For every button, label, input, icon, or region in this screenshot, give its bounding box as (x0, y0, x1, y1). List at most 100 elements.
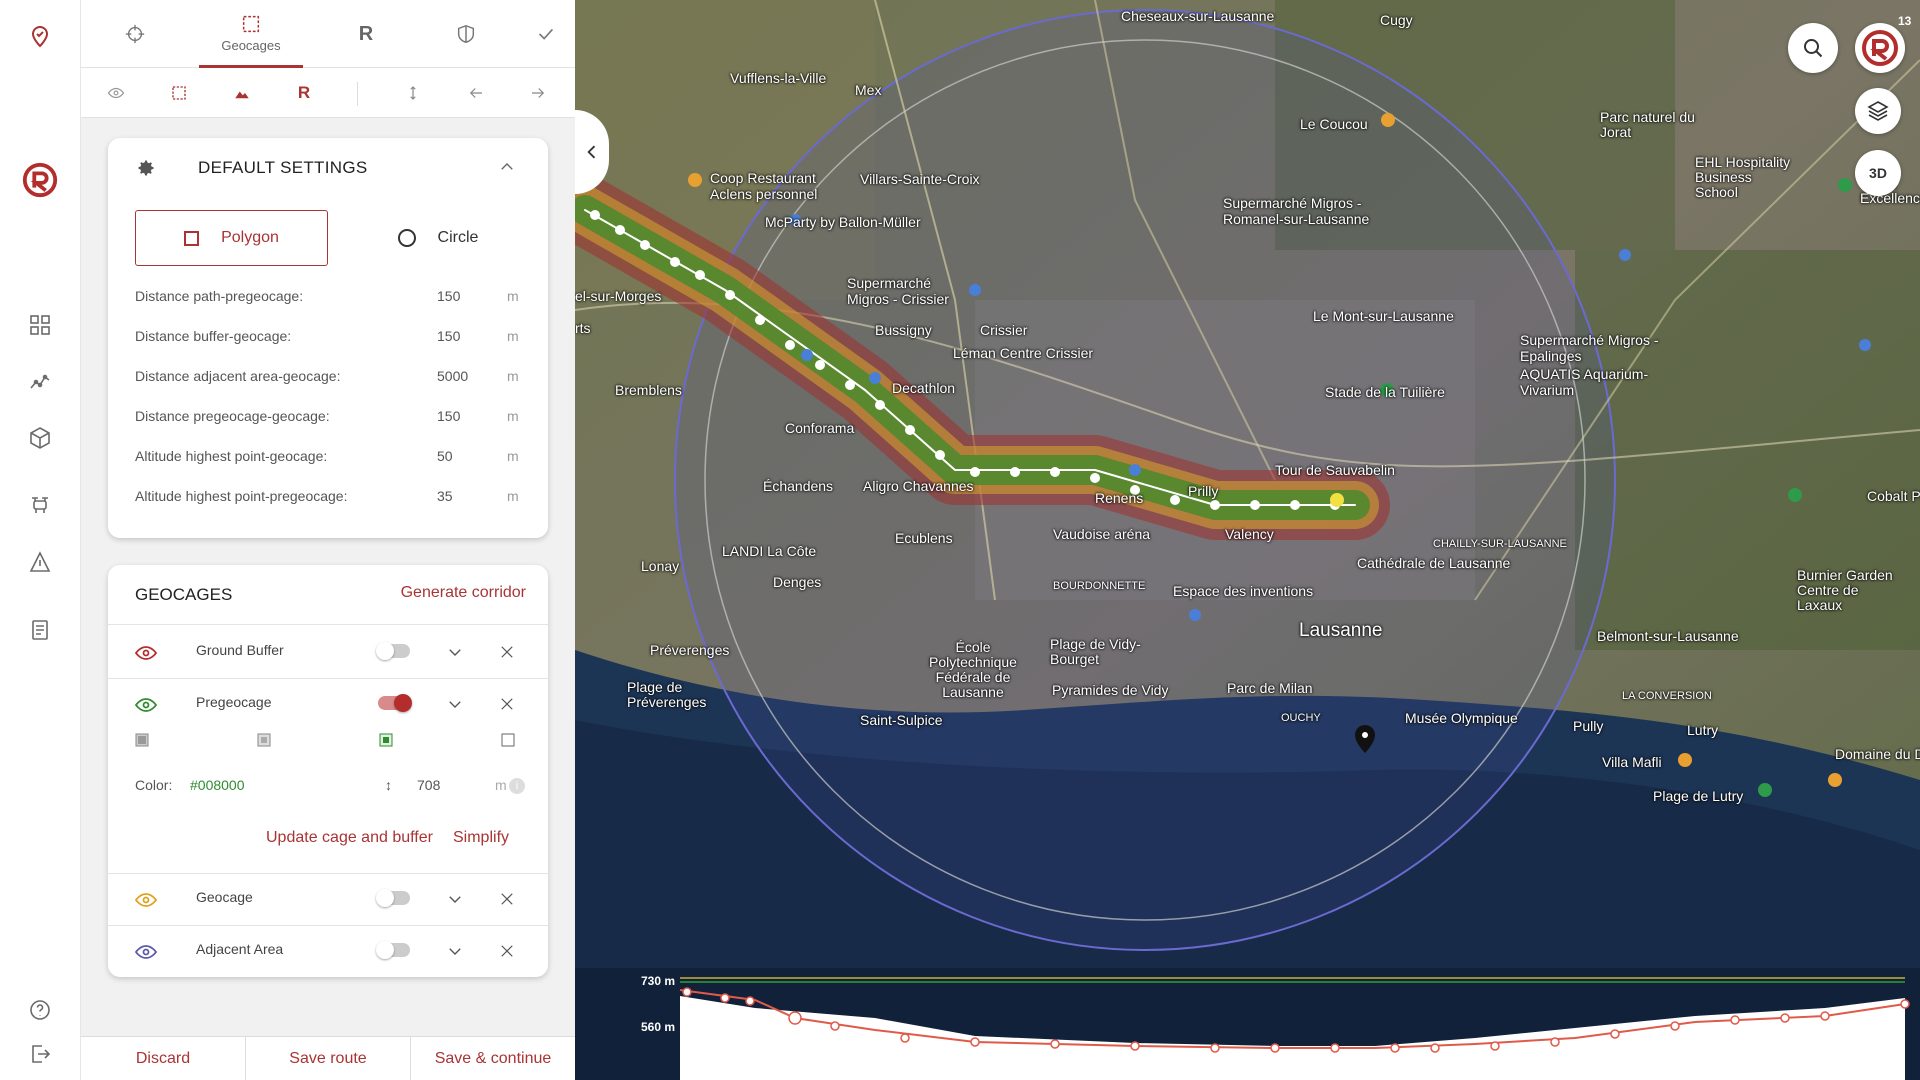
profile-top-label: 730 m (641, 974, 676, 988)
map-label: Le Coucou (1300, 116, 1368, 132)
eye-icon[interactable] (134, 641, 158, 665)
toolbar-divider (357, 82, 358, 106)
chevron-down-icon[interactable] (446, 643, 464, 661)
layers-button[interactable] (1855, 88, 1901, 134)
profile-bottom-label: 560 m (641, 1020, 676, 1034)
close-icon[interactable] (498, 695, 516, 713)
map-view[interactable]: Cheseaux-sur-Lausanne Cugy Vufflens-la-V… (575, 0, 1920, 1080)
chevron-down-icon[interactable] (446, 695, 464, 713)
map-label: École Polytechnique Fédérale de Lausanne (929, 639, 1017, 700)
search-icon (1804, 39, 1823, 58)
brand-button[interactable] (1855, 23, 1905, 73)
geocages-header: GEOCAGES Generate corridor (108, 565, 548, 625)
graph-icon[interactable] (20, 362, 60, 402)
close-icon[interactable] (498, 643, 516, 661)
pin-icon[interactable] (20, 16, 60, 56)
setting-unit: m (507, 448, 519, 464)
tab-crosshair[interactable] (91, 0, 179, 68)
default-settings-card: DEFAULT SETTINGS Polygon Circle Distance… (108, 138, 548, 538)
warning-icon[interactable] (20, 542, 60, 582)
footer-actions: Discard Save route Save & continue (81, 1036, 575, 1080)
circle-button[interactable]: Circle (378, 210, 498, 266)
info-icon[interactable]: i (509, 778, 525, 794)
update-cage-button[interactable]: Update cage and buffer (266, 829, 433, 847)
grid-icon[interactable] (20, 305, 60, 345)
eye-icon[interactable] (134, 940, 158, 964)
height-arrow-icon: ↕ (385, 777, 392, 793)
map-search-button[interactable] (1788, 23, 1838, 73)
map-label: Supermarché Migros - Crissier (847, 275, 949, 307)
map-label: Denges (773, 574, 822, 590)
visibility-toggle[interactable] (376, 941, 410, 959)
discard-button[interactable]: Discard (81, 1037, 246, 1080)
setting-value[interactable]: 150 (437, 328, 477, 344)
check-icon (538, 28, 554, 40)
polygon-label: Polygon (221, 229, 279, 246)
visibility-toggle[interactable] (376, 642, 410, 660)
setting-value[interactable]: 50 (437, 448, 477, 464)
setting-value[interactable]: 150 (437, 288, 477, 304)
setting-value[interactable]: 150 (437, 408, 477, 424)
drone-icon[interactable] (20, 485, 60, 525)
map-label: Plage de Préverenges (627, 679, 707, 710)
save-route-button[interactable]: Save route (246, 1037, 411, 1080)
logo-icon[interactable] (20, 160, 60, 200)
setting-unit: m (507, 288, 519, 304)
document-icon[interactable] (20, 610, 60, 650)
setting-unit: m (507, 488, 519, 504)
simplify-button[interactable]: Simplify (453, 829, 509, 847)
terrain-icon[interactable] (229, 80, 255, 106)
fill-none-icon[interactable] (501, 733, 515, 747)
settings-header[interactable]: DEFAULT SETTINGS (108, 138, 548, 196)
select-area-icon[interactable] (166, 80, 192, 106)
map-label: Vaudoise aréna (1053, 526, 1151, 542)
chevron-down-icon[interactable] (446, 942, 464, 960)
color-value[interactable]: #008000 (190, 777, 245, 793)
gear-icon (138, 160, 154, 176)
logout-icon[interactable] (20, 1034, 60, 1074)
3d-toggle-button[interactable]: 3D (1855, 150, 1901, 196)
arrow-left-icon[interactable] (463, 80, 489, 106)
geocage-name: Geocage (196, 889, 253, 905)
map-label: rts (575, 320, 591, 336)
setting-value[interactable]: 35 (437, 488, 477, 504)
setting-value[interactable]: 5000 (437, 368, 477, 384)
eye-tool-icon[interactable] (103, 80, 129, 106)
tab-shield[interactable] (421, 0, 511, 68)
r-tool-icon[interactable]: R (291, 80, 317, 106)
elevation-profile[interactable] (575, 968, 1920, 1080)
tab-r[interactable]: R (321, 0, 411, 68)
close-icon[interactable] (498, 890, 516, 908)
cube-icon[interactable] (20, 418, 60, 458)
eye-icon[interactable] (134, 888, 158, 912)
tab-geocages[interactable]: Geocages (199, 0, 303, 68)
map-label: Burnier Garden Centre de Laxaux (1797, 567, 1893, 613)
setting-row: Distance path-pregeocage: 150 m (135, 288, 535, 308)
map-label: Cobalt Pro (1867, 488, 1920, 504)
chevron-up-icon[interactable] (498, 158, 516, 176)
visibility-toggle[interactable] (376, 889, 410, 907)
tab-check[interactable] (521, 0, 571, 68)
save-continue-button[interactable]: Save & continue (411, 1037, 575, 1080)
fill-green-icon[interactable] (379, 733, 393, 747)
generate-corridor-button[interactable]: Generate corridor (401, 584, 526, 602)
help-icon[interactable] (20, 990, 60, 1030)
arrow-right-icon[interactable] (525, 80, 551, 106)
eye-icon[interactable] (134, 693, 158, 717)
polygon-button[interactable]: Polygon (135, 210, 328, 266)
chevron-down-icon[interactable] (446, 890, 464, 908)
setting-row: Altitude highest point-geocage: 50 m (135, 448, 535, 468)
fill-hatch-icon[interactable] (257, 733, 271, 747)
tab-bar: Geocages R (81, 0, 575, 68)
visibility-toggle[interactable] (378, 694, 412, 712)
setting-unit: m (507, 328, 519, 344)
square-icon (184, 230, 200, 246)
toolbar: R (81, 68, 575, 118)
map-label: Parc naturel du Jorat (1600, 109, 1695, 140)
close-icon[interactable] (498, 942, 516, 960)
setting-row: Distance pregeocage-geocage: 150 m (135, 408, 535, 428)
height-tool-icon[interactable] (400, 80, 426, 106)
fill-solid-icon[interactable] (135, 733, 149, 747)
map-label: Cugy (1380, 12, 1413, 28)
height-value[interactable]: 708 (417, 777, 440, 793)
